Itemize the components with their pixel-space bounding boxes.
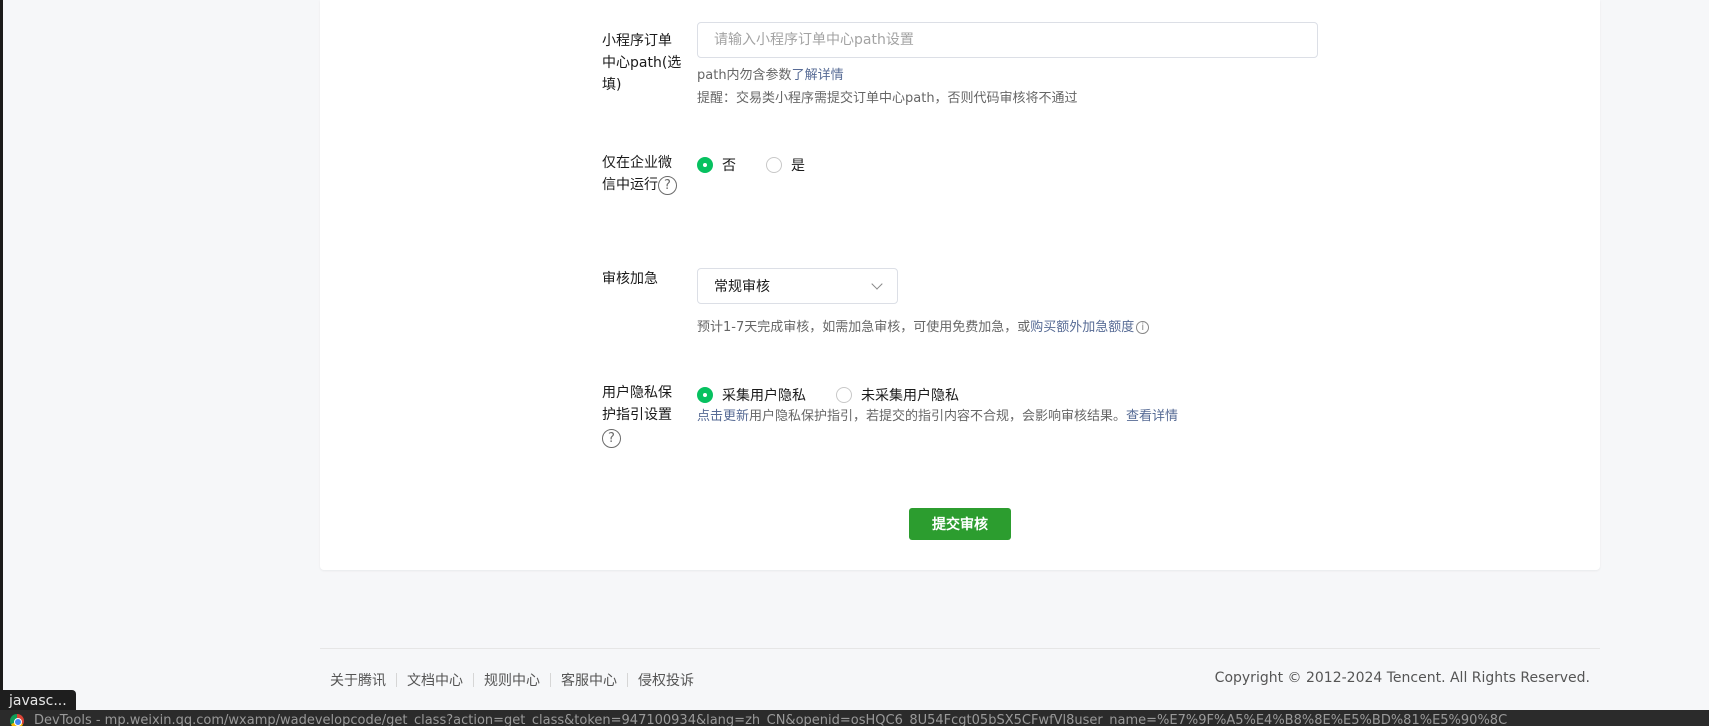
link-tooltip: javasc... bbox=[0, 690, 76, 712]
radio-unchecked-icon bbox=[766, 157, 782, 173]
code-submit-form: 小程序订单中心path(选填) path内勿含参数了解详情 提醒：交易类小程序需… bbox=[320, 0, 1600, 570]
divider bbox=[550, 673, 551, 687]
chrome-icon bbox=[10, 714, 24, 726]
help-icon[interactable]: ? bbox=[658, 175, 677, 195]
order-path-tip: path内勿含参数了解详情 bbox=[697, 68, 844, 83]
footer-link-rules[interactable]: 规则中心 bbox=[484, 670, 540, 690]
window-edge bbox=[0, 0, 3, 726]
footer-links: 关于腾讯 文档中心 规则中心 客服中心 侵权投诉 bbox=[330, 670, 694, 690]
browser-status-bar: DevTools - mp.weixin.qq.com/wxamp/wadeve… bbox=[0, 710, 1709, 726]
privacy-label: 用户隐私保护指引设置? bbox=[602, 385, 672, 448]
buy-expedite-quota-link[interactable]: 购买额外加急额度 bbox=[1030, 320, 1134, 335]
radio-checked-icon bbox=[697, 387, 713, 403]
radio-unchecked-icon bbox=[836, 387, 852, 403]
privacy-radio-group: 采集用户隐私 未采集用户隐私 bbox=[697, 384, 1178, 406]
update-privacy-link[interactable]: 点击更新 bbox=[697, 409, 749, 424]
order-path-reminder: 提醒：交易类小程序需提交订单中心path，否则代码审核将不通过 bbox=[697, 91, 1078, 106]
chevron-down-icon bbox=[871, 278, 883, 290]
footer-link-infringement[interactable]: 侵权投诉 bbox=[638, 670, 694, 690]
divider bbox=[396, 673, 397, 687]
privacy-collect-radio[interactable]: 采集用户隐私 bbox=[697, 385, 806, 405]
order-path-input[interactable] bbox=[697, 22, 1318, 58]
footer-link-docs[interactable]: 文档中心 bbox=[407, 670, 463, 690]
divider bbox=[473, 673, 474, 687]
expedite-label: 审核加急 bbox=[602, 271, 658, 287]
privacy-not-collect-radio[interactable]: 未采集用户隐私 bbox=[836, 385, 959, 405]
info-icon[interactable]: i bbox=[1136, 321, 1150, 334]
wecom-only-yes-radio[interactable]: 是 bbox=[766, 155, 805, 175]
expedite-select[interactable]: 常规审核 bbox=[697, 268, 898, 304]
submit-review-button[interactable]: 提交审核 bbox=[909, 508, 1011, 540]
view-details-link[interactable]: 查看详情 bbox=[1126, 409, 1178, 424]
learn-more-link[interactable]: 了解详情 bbox=[792, 68, 844, 83]
footer-link-support[interactable]: 客服中心 bbox=[561, 670, 617, 690]
divider bbox=[627, 673, 628, 687]
order-path-label: 小程序订单中心path(选填) bbox=[602, 33, 682, 93]
footer-divider bbox=[320, 648, 1600, 649]
privacy-tip: 点击更新用户隐私保护指引，若提交的指引内容不合规，会影响审核结果。查看详情 bbox=[697, 409, 1179, 424]
wecom-only-label: 仅在企业微信中运行? bbox=[602, 152, 682, 196]
footer-link-about[interactable]: 关于腾讯 bbox=[330, 670, 386, 690]
copyright: Copyright © 2012-2024 Tencent. All Right… bbox=[1214, 670, 1590, 686]
help-icon[interactable]: ? bbox=[602, 428, 621, 448]
expedite-tip: 预计1-7天完成审核，如需加急审核，可使用免费加急，或购买额外加急额度 i bbox=[697, 316, 1150, 339]
wecom-only-no-radio[interactable]: 否 bbox=[697, 155, 736, 175]
radio-checked-icon bbox=[697, 157, 713, 173]
wecom-only-radio-group: 否 是 bbox=[697, 154, 835, 176]
